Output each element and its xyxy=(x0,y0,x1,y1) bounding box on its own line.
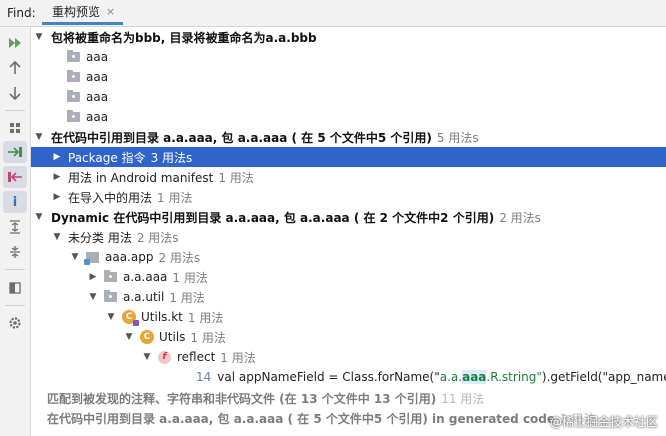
tree-item-function[interactable]: ▼ f reflect 1 用法 xyxy=(31,347,666,367)
tree-group-rename[interactable]: ▼ 包将被重命名为bbb, 目录将被重命名为a.a.bbb xyxy=(31,27,666,47)
tool-sidebar: i xyxy=(0,27,31,436)
tree-group-non-code[interactable]: 匹配到被发现的注释、字符串和非代码文件 (在 13 个文件中 13 个引用) 1… xyxy=(31,388,666,408)
chevron-down-icon[interactable]: ▼ xyxy=(33,212,45,222)
module-icon xyxy=(84,251,99,265)
watermark: @稀土掘金技术社区 xyxy=(549,415,658,429)
chevron-right-icon[interactable]: ▶ xyxy=(51,172,63,182)
tree-item-manifest-usage[interactable]: ▶ 用法 in Android manifest 1 用法 xyxy=(31,167,666,187)
kotlin-file-icon: C xyxy=(122,310,139,326)
rerun-icon[interactable] xyxy=(3,32,27,54)
chevron-right-icon[interactable]: ▶ xyxy=(51,152,63,162)
tree-item-package-directive[interactable]: ▶ Package 指令 3 用法s xyxy=(31,147,666,167)
folder-icon xyxy=(67,50,80,62)
tree-item-uncategorized[interactable]: ▼ 未分类 用法 2 用法s xyxy=(31,227,666,247)
navigate-icon[interactable] xyxy=(3,141,27,163)
list-item[interactable]: aaa xyxy=(31,47,666,67)
tree-item-package-util[interactable]: ▼ a.a.util 1 用法 xyxy=(31,287,666,307)
list-item[interactable]: aaa xyxy=(31,67,666,87)
settings-icon[interactable] xyxy=(3,312,27,334)
tab-refactoring-preview[interactable]: 重构预览 × xyxy=(42,1,124,25)
chevron-down-icon[interactable]: ▼ xyxy=(105,312,117,322)
expand-icon[interactable] xyxy=(3,216,27,238)
list-item[interactable]: aaa xyxy=(31,107,666,127)
tree-item-module[interactable]: ▼ aaa.app 2 用法s xyxy=(31,247,666,267)
chevron-down-icon[interactable]: ▼ xyxy=(69,252,81,262)
package-icon xyxy=(104,290,117,302)
preview-icon[interactable] xyxy=(3,277,27,299)
chevron-down-icon[interactable]: ▼ xyxy=(33,132,45,142)
group-icon[interactable] xyxy=(3,117,27,139)
package-icon xyxy=(104,270,117,282)
tree-item-file[interactable]: ▼ C Utils.kt 1 用法 xyxy=(31,307,666,327)
close-icon[interactable]: × xyxy=(106,5,115,18)
function-icon: f xyxy=(158,350,171,364)
chevron-right-icon[interactable]: ▶ xyxy=(87,272,99,282)
tree-group-code-refs[interactable]: ▼ 在代码中引用到目录 a.a.aaa, 包 a.a.aaa ( 在 5 个文件… xyxy=(31,127,666,147)
folder-icon xyxy=(67,70,80,82)
collapse-icon[interactable] xyxy=(3,241,27,263)
folder-icon xyxy=(67,90,80,102)
merge-icon[interactable] xyxy=(3,166,27,188)
tree-item-class[interactable]: ▼ C Utils 1 用法 xyxy=(31,327,666,347)
info-icon[interactable]: i xyxy=(3,191,27,213)
find-label: Find: xyxy=(7,6,36,20)
usage-tree[interactable]: ▼ 包将被重命名为bbb, 目录将被重命名为a.a.bbb aaa aaa aa… xyxy=(31,27,666,436)
class-icon: C xyxy=(140,330,154,344)
chevron-down-icon[interactable]: ▼ xyxy=(33,32,45,42)
list-item[interactable]: aaa xyxy=(31,87,666,107)
chevron-down-icon[interactable]: ▼ xyxy=(123,332,135,342)
tree-group-dynamic-refs[interactable]: ▼ Dynamic 在代码中引用到目录 a.a.aaa, 包 a.a.aaa (… xyxy=(31,207,666,227)
folder-icon xyxy=(67,110,80,122)
up-icon[interactable] xyxy=(3,57,27,79)
tab-label: 重构预览 xyxy=(52,5,101,19)
chevron-down-icon[interactable]: ▼ xyxy=(141,352,153,362)
down-icon[interactable] xyxy=(3,82,27,104)
usage-code-line[interactable]: 14 val appNameField = Class.forName(" a.a… xyxy=(31,367,666,387)
chevron-down-icon[interactable]: ▼ xyxy=(87,292,99,302)
find-toolbar: Find: 重构预览 × xyxy=(0,0,666,27)
tree-item-package-aaa[interactable]: ▶ a.a.aaa 1 用法 xyxy=(31,267,666,287)
chevron-right-icon[interactable]: ▶ xyxy=(51,192,63,202)
chevron-down-icon[interactable]: ▼ xyxy=(51,232,63,242)
tree-item-import-usage[interactable]: ▶ 在导入中的用法 1 用法 xyxy=(31,187,666,207)
